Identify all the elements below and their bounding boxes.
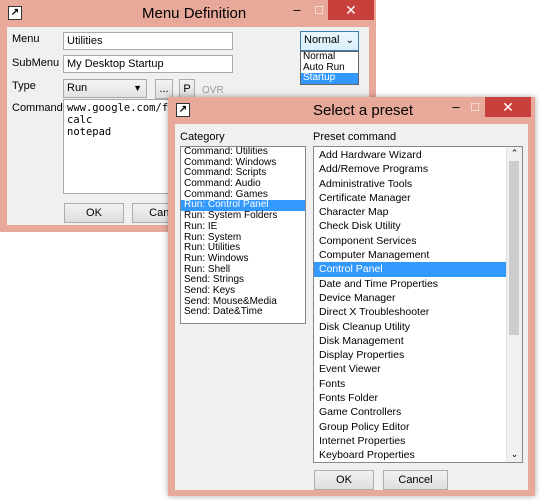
ok-button[interactable]: OK [64, 203, 124, 223]
app-icon: ↗ [176, 103, 190, 117]
preset-item[interactable]: Character Map [314, 205, 506, 219]
type-label: Type [12, 80, 36, 92]
window-title: Menu Definition [142, 5, 247, 22]
category-items: Command: Utilities Command: Windows Comman… [181, 147, 305, 318]
preset-item[interactable]: Direct X Troubleshooter [314, 305, 506, 319]
p-button[interactable]: P [179, 79, 195, 99]
chevron-down-icon: ▼ [133, 83, 142, 93]
preset-item[interactable]: Keyboard Properties [314, 448, 506, 462]
preset-command-label: Preset command [313, 131, 397, 143]
ok-button[interactable]: OK [314, 470, 374, 490]
preset-items: Add Hardware Wizard Add/Remove Programs Ad… [314, 148, 506, 462]
preset-item[interactable]: Display Properties [314, 348, 506, 362]
menu-definition-titlebar[interactable]: ↗ Menu Definition – □ ✕ [0, 0, 376, 28]
preset-item[interactable]: Group Policy Editor [314, 420, 506, 434]
app-icon: ↗ [8, 6, 22, 20]
mode-option-normal[interactable]: Normal [301, 51, 358, 63]
type-select-value: Run [67, 82, 88, 94]
category-item[interactable]: Send: Date&Time [181, 307, 305, 318]
select-preset-titlebar[interactable]: ↗ Select a preset – □ ✕ [168, 97, 535, 125]
preset-item[interactable]: Event Viewer [314, 362, 506, 376]
select-preset-body: Category Preset command Command: Utiliti… [175, 124, 528, 490]
preset-item[interactable]: Computer Management [314, 248, 506, 262]
cancel-button[interactable]: Cancel [383, 470, 448, 490]
menu-input[interactable]: Utilities [63, 32, 233, 50]
scrollbar-thumb[interactable] [509, 161, 519, 335]
category-list[interactable]: Command: Utilities Command: Windows Comman… [180, 146, 306, 324]
category-item[interactable]: Run: Windows [181, 253, 305, 265]
preset-item[interactable]: Disk Cleanup Utility [314, 320, 506, 334]
preset-item[interactable]: Check Disk Utility [314, 219, 506, 233]
preset-item[interactable]: Add/Remove Programs [314, 162, 506, 176]
scroll-up-icon[interactable]: ⌃ [507, 148, 522, 159]
submenu-input[interactable]: My Desktop Startup [63, 55, 233, 73]
preset-list[interactable]: Add Hardware Wizard Add/Remove Programs Ad… [313, 146, 523, 463]
browse-button[interactable]: ... [155, 79, 173, 99]
menu-label: Menu [12, 33, 40, 45]
mode-select[interactable]: Normal ⌄ [300, 31, 359, 51]
type-select[interactable]: Run ▼ [63, 79, 147, 98]
preset-item[interactable]: Game Controllers [314, 405, 506, 419]
mode-option-startup[interactable]: Startup [301, 72, 358, 84]
category-item[interactable]: Run: IE [181, 221, 305, 233]
minimize-button[interactable]: – [284, 0, 310, 20]
preset-scrollbar[interactable]: ⌃ ⌄ [506, 147, 522, 462]
preset-item[interactable]: Fonts Folder [314, 391, 506, 405]
scroll-down-icon[interactable]: ⌄ [507, 449, 522, 460]
mode-dropdown: Normal Auto Run Startup [300, 51, 359, 85]
preset-item[interactable]: Date and Time Properties [314, 277, 506, 291]
preset-item[interactable]: Certificate Manager [314, 191, 506, 205]
ovr-indicator: OVR [202, 85, 224, 96]
preset-item[interactable]: Component Services [314, 234, 506, 248]
preset-item[interactable]: Device Manager [314, 291, 506, 305]
chevron-down-icon: ⌄ [345, 35, 354, 46]
preset-item[interactable]: Fonts [314, 377, 506, 391]
window-title: Select a preset [313, 102, 414, 119]
mode-select-value: Normal [304, 34, 340, 46]
command-label: Command [12, 102, 63, 114]
submenu-label: SubMenu [12, 57, 60, 69]
maximize-button[interactable]: □ [310, 0, 328, 20]
preset-item[interactable]: Control Panel [314, 262, 506, 277]
preset-item[interactable]: Disk Management [314, 334, 506, 348]
close-button[interactable]: ✕ [485, 97, 531, 117]
preset-item[interactable]: Administrative Tools [314, 177, 506, 191]
minimize-button[interactable]: – [447, 97, 465, 117]
maximize-button[interactable]: □ [465, 97, 485, 117]
close-button[interactable]: ✕ [328, 0, 374, 20]
select-preset-window: ↗ Select a preset – □ ✕ Category Preset … [168, 97, 535, 496]
preset-item[interactable]: Add Hardware Wizard [314, 148, 506, 162]
category-label: Category [180, 131, 225, 143]
preset-item[interactable]: Internet Properties [314, 434, 506, 448]
